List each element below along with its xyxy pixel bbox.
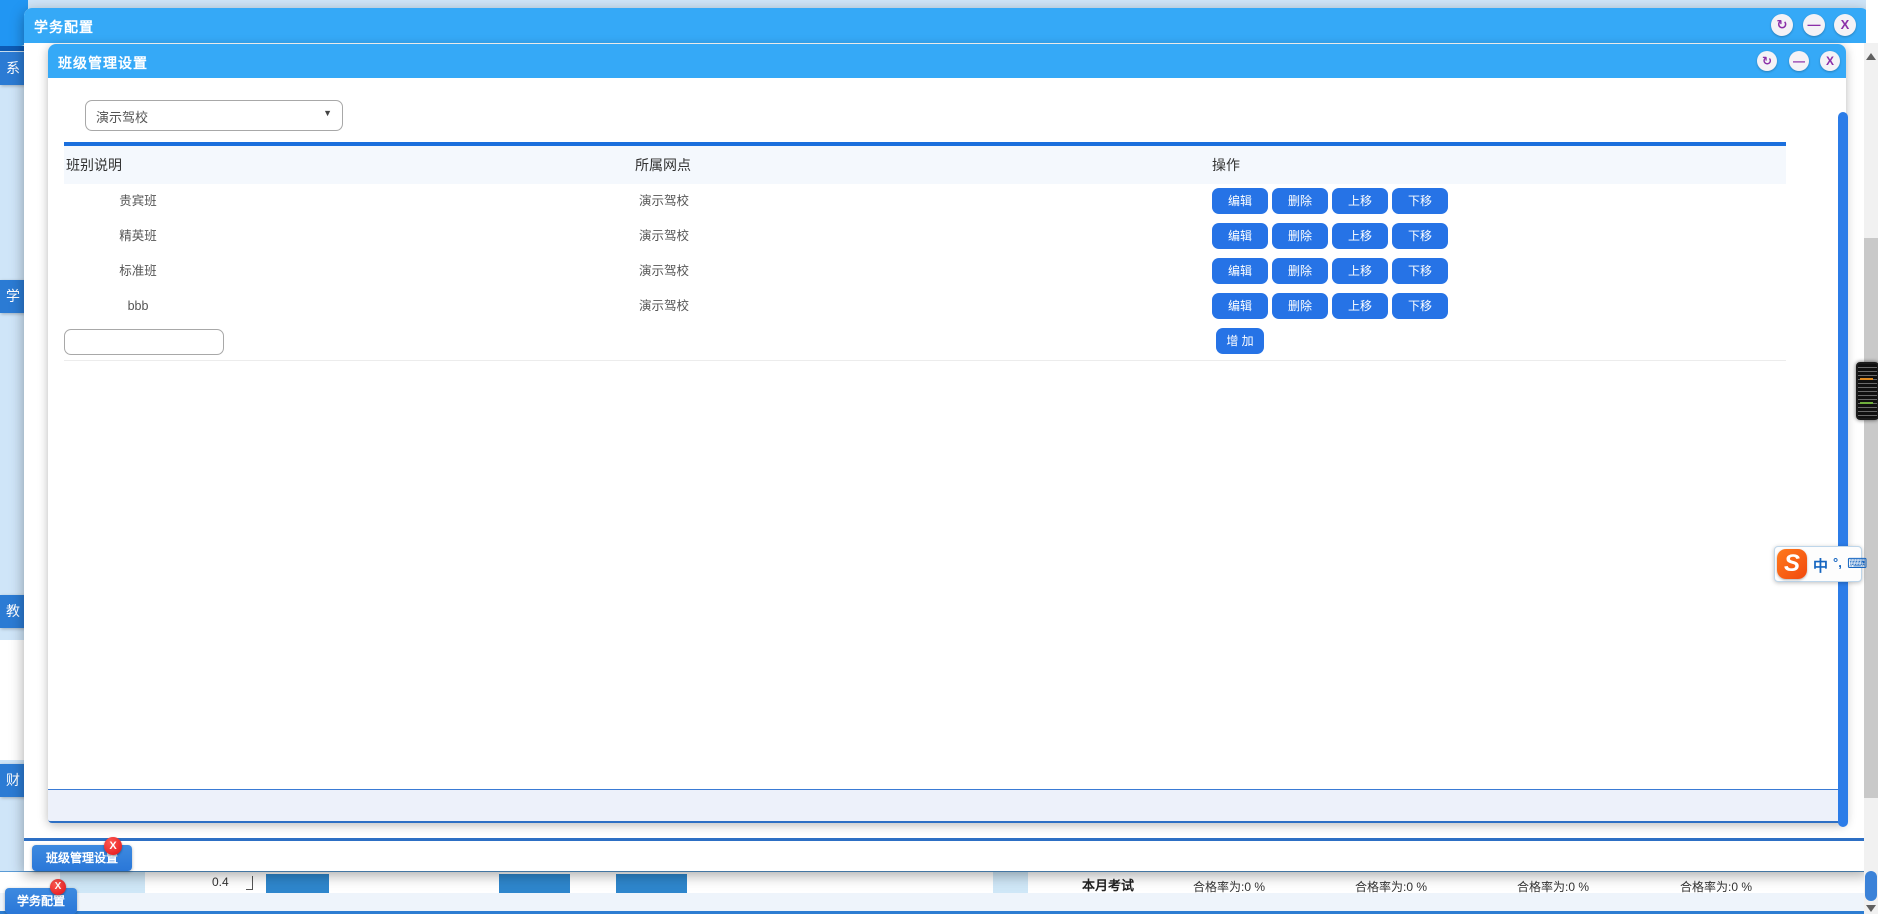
delete-button[interactable]: 删除 [1272, 188, 1328, 214]
scroll-handle-widget[interactable] [1856, 362, 1878, 420]
table-row: 贵宾班 演示驾校 编辑 删除 上移 下移 [64, 184, 1786, 220]
background-bottom-panel [0, 893, 1878, 911]
outer-window-taskbar [24, 841, 1869, 871]
edit-button[interactable]: 编辑 [1212, 258, 1268, 284]
move-up-button[interactable]: 上移 [1332, 223, 1388, 249]
chart-axis-tick: 0.4 [212, 875, 229, 889]
column-header-actions: 操作 [1212, 146, 1240, 184]
close-icon: X [1841, 17, 1850, 32]
chevron-down-icon: ▼ [323, 108, 332, 118]
edit-button[interactable]: 编辑 [1212, 223, 1268, 249]
close-button[interactable]: X [1834, 14, 1856, 36]
class-name: 标准班 [64, 254, 212, 288]
taskbar-tab-label: 学务配置 [17, 894, 65, 908]
scroll-down-icon[interactable] [1866, 905, 1876, 912]
delete-button[interactable]: 删除 [1272, 223, 1328, 249]
right-white-corner [1866, 0, 1878, 43]
add-row: 增 加 [64, 324, 1786, 361]
close-icon: X [1826, 54, 1834, 68]
table-header-row: 班别说明 所属网点 操作 [64, 146, 1786, 185]
branch-name: 演示驾校 [639, 184, 689, 218]
add-button[interactable]: 增 加 [1216, 328, 1264, 354]
chart-bar [499, 874, 570, 894]
column-header-branch: 所属网点 [635, 146, 691, 184]
table-row: 精英班 演示驾校 编辑 删除 上移 下移 [64, 219, 1786, 255]
class-name: 贵宾班 [64, 184, 212, 218]
delete-button[interactable]: 删除 [1272, 293, 1328, 319]
sidebar-item-label: 学 [6, 288, 20, 304]
outer-titlebar[interactable]: 学务配置 ↻ — X [24, 8, 1869, 43]
ime-toolbar[interactable]: S 中 °, ⌨ [1774, 546, 1862, 582]
scrollbar-thumb[interactable] [1864, 238, 1878, 798]
inner-window: 班级管理设置 ↻ — X 演示驾校 ▼ 班别说明 所属网点 操作 贵宾班 [48, 44, 1846, 823]
move-up-button[interactable]: 上移 [1332, 258, 1388, 284]
move-down-button[interactable]: 下移 [1392, 223, 1448, 249]
class-name: 精英班 [64, 219, 212, 253]
minimize-icon: — [1808, 17, 1821, 32]
close-badge-icon[interactable]: X [50, 879, 66, 895]
green-stripe [1860, 402, 1873, 404]
sidebar-item-label: 财 [6, 772, 20, 788]
table-row: 标准班 演示驾校 编辑 删除 上移 下移 [64, 254, 1786, 290]
move-down-button[interactable]: 下移 [1392, 188, 1448, 214]
branch-name: 演示驾校 [639, 289, 689, 323]
delete-button[interactable]: 删除 [1272, 258, 1328, 284]
column-header-class: 班别说明 [66, 146, 122, 184]
keyboard-icon[interactable]: ⌨ [1847, 555, 1867, 572]
class-table: 班别说明 所属网点 操作 贵宾班 演示驾校 编辑 删除 上移 下移 精英班 演示… [64, 142, 1786, 360]
inner-window-footer [48, 789, 1846, 821]
refresh-button[interactable]: ↻ [1757, 51, 1777, 71]
chart-bar [616, 874, 687, 894]
branch-name: 演示驾校 [639, 254, 689, 288]
school-select-value: 演示驾校 [96, 107, 148, 126]
ime-mode-toggle[interactable]: 中 [1813, 555, 1828, 576]
ime-logo-icon[interactable]: S [1777, 549, 1807, 579]
refresh-icon: ↻ [1777, 17, 1788, 32]
chart-bar [266, 874, 329, 894]
move-down-button[interactable]: 下移 [1392, 258, 1448, 284]
close-button[interactable]: X [1820, 51, 1840, 71]
vertical-scrollbar[interactable] [1864, 43, 1878, 914]
scroll-up-icon[interactable] [1866, 53, 1876, 60]
refresh-icon: ↻ [1762, 54, 1772, 68]
school-select[interactable]: 演示驾校 ▼ [85, 100, 343, 131]
refresh-button[interactable]: ↻ [1771, 14, 1793, 36]
move-up-button[interactable]: 上移 [1332, 188, 1388, 214]
outer-window-title: 学务配置 [34, 17, 94, 37]
table-row: bbb 演示驾校 编辑 删除 上移 下移 [64, 289, 1786, 325]
close-badge-label: X [55, 881, 62, 892]
inner-titlebar[interactable]: 班级管理设置 ↻ — X [48, 44, 1846, 78]
screen: 系 学 教 财 0.4 本月考试 合格率为:0 % 合格率为:0 % 合格率为:… [0, 0, 1878, 914]
inner-window-title: 班级管理设置 [58, 53, 148, 73]
minimize-button[interactable]: — [1789, 51, 1809, 71]
minimize-button[interactable]: — [1803, 14, 1825, 36]
taskbar-tab-academic-config[interactable]: 学务配置 [5, 888, 77, 914]
ime-logo-letter: S [1784, 550, 1800, 577]
inner-scrollbar-thumb[interactable] [1838, 112, 1848, 827]
minimize-icon: — [1793, 54, 1805, 68]
exam-title: 本月考试 [1082, 875, 1134, 894]
branch-name: 演示驾校 [639, 219, 689, 253]
scrollbar-blue-piece [1865, 871, 1877, 901]
close-badge-label: X [109, 840, 116, 852]
class-name: bbb [64, 289, 212, 323]
ime-punctuation-toggle[interactable]: °, [1833, 555, 1842, 570]
sidebar-white-patch [0, 640, 24, 760]
sidebar-item-label: 系 [6, 60, 20, 76]
orange-stripe [1860, 378, 1873, 380]
move-down-button[interactable]: 下移 [1392, 293, 1448, 319]
background-chart-row: 0.4 本月考试 合格率为:0 % 合格率为:0 % 合格率为:0 % 合格率为… [0, 871, 1878, 894]
close-badge-icon[interactable]: X [104, 837, 122, 855]
chart-axis-corner [246, 876, 253, 890]
edit-button[interactable]: 编辑 [1212, 188, 1268, 214]
new-class-input[interactable] [64, 329, 224, 355]
move-up-button[interactable]: 上移 [1332, 293, 1388, 319]
edit-button[interactable]: 编辑 [1212, 293, 1268, 319]
sidebar-item-label: 教 [6, 603, 20, 619]
chart-cell [993, 872, 1028, 894]
